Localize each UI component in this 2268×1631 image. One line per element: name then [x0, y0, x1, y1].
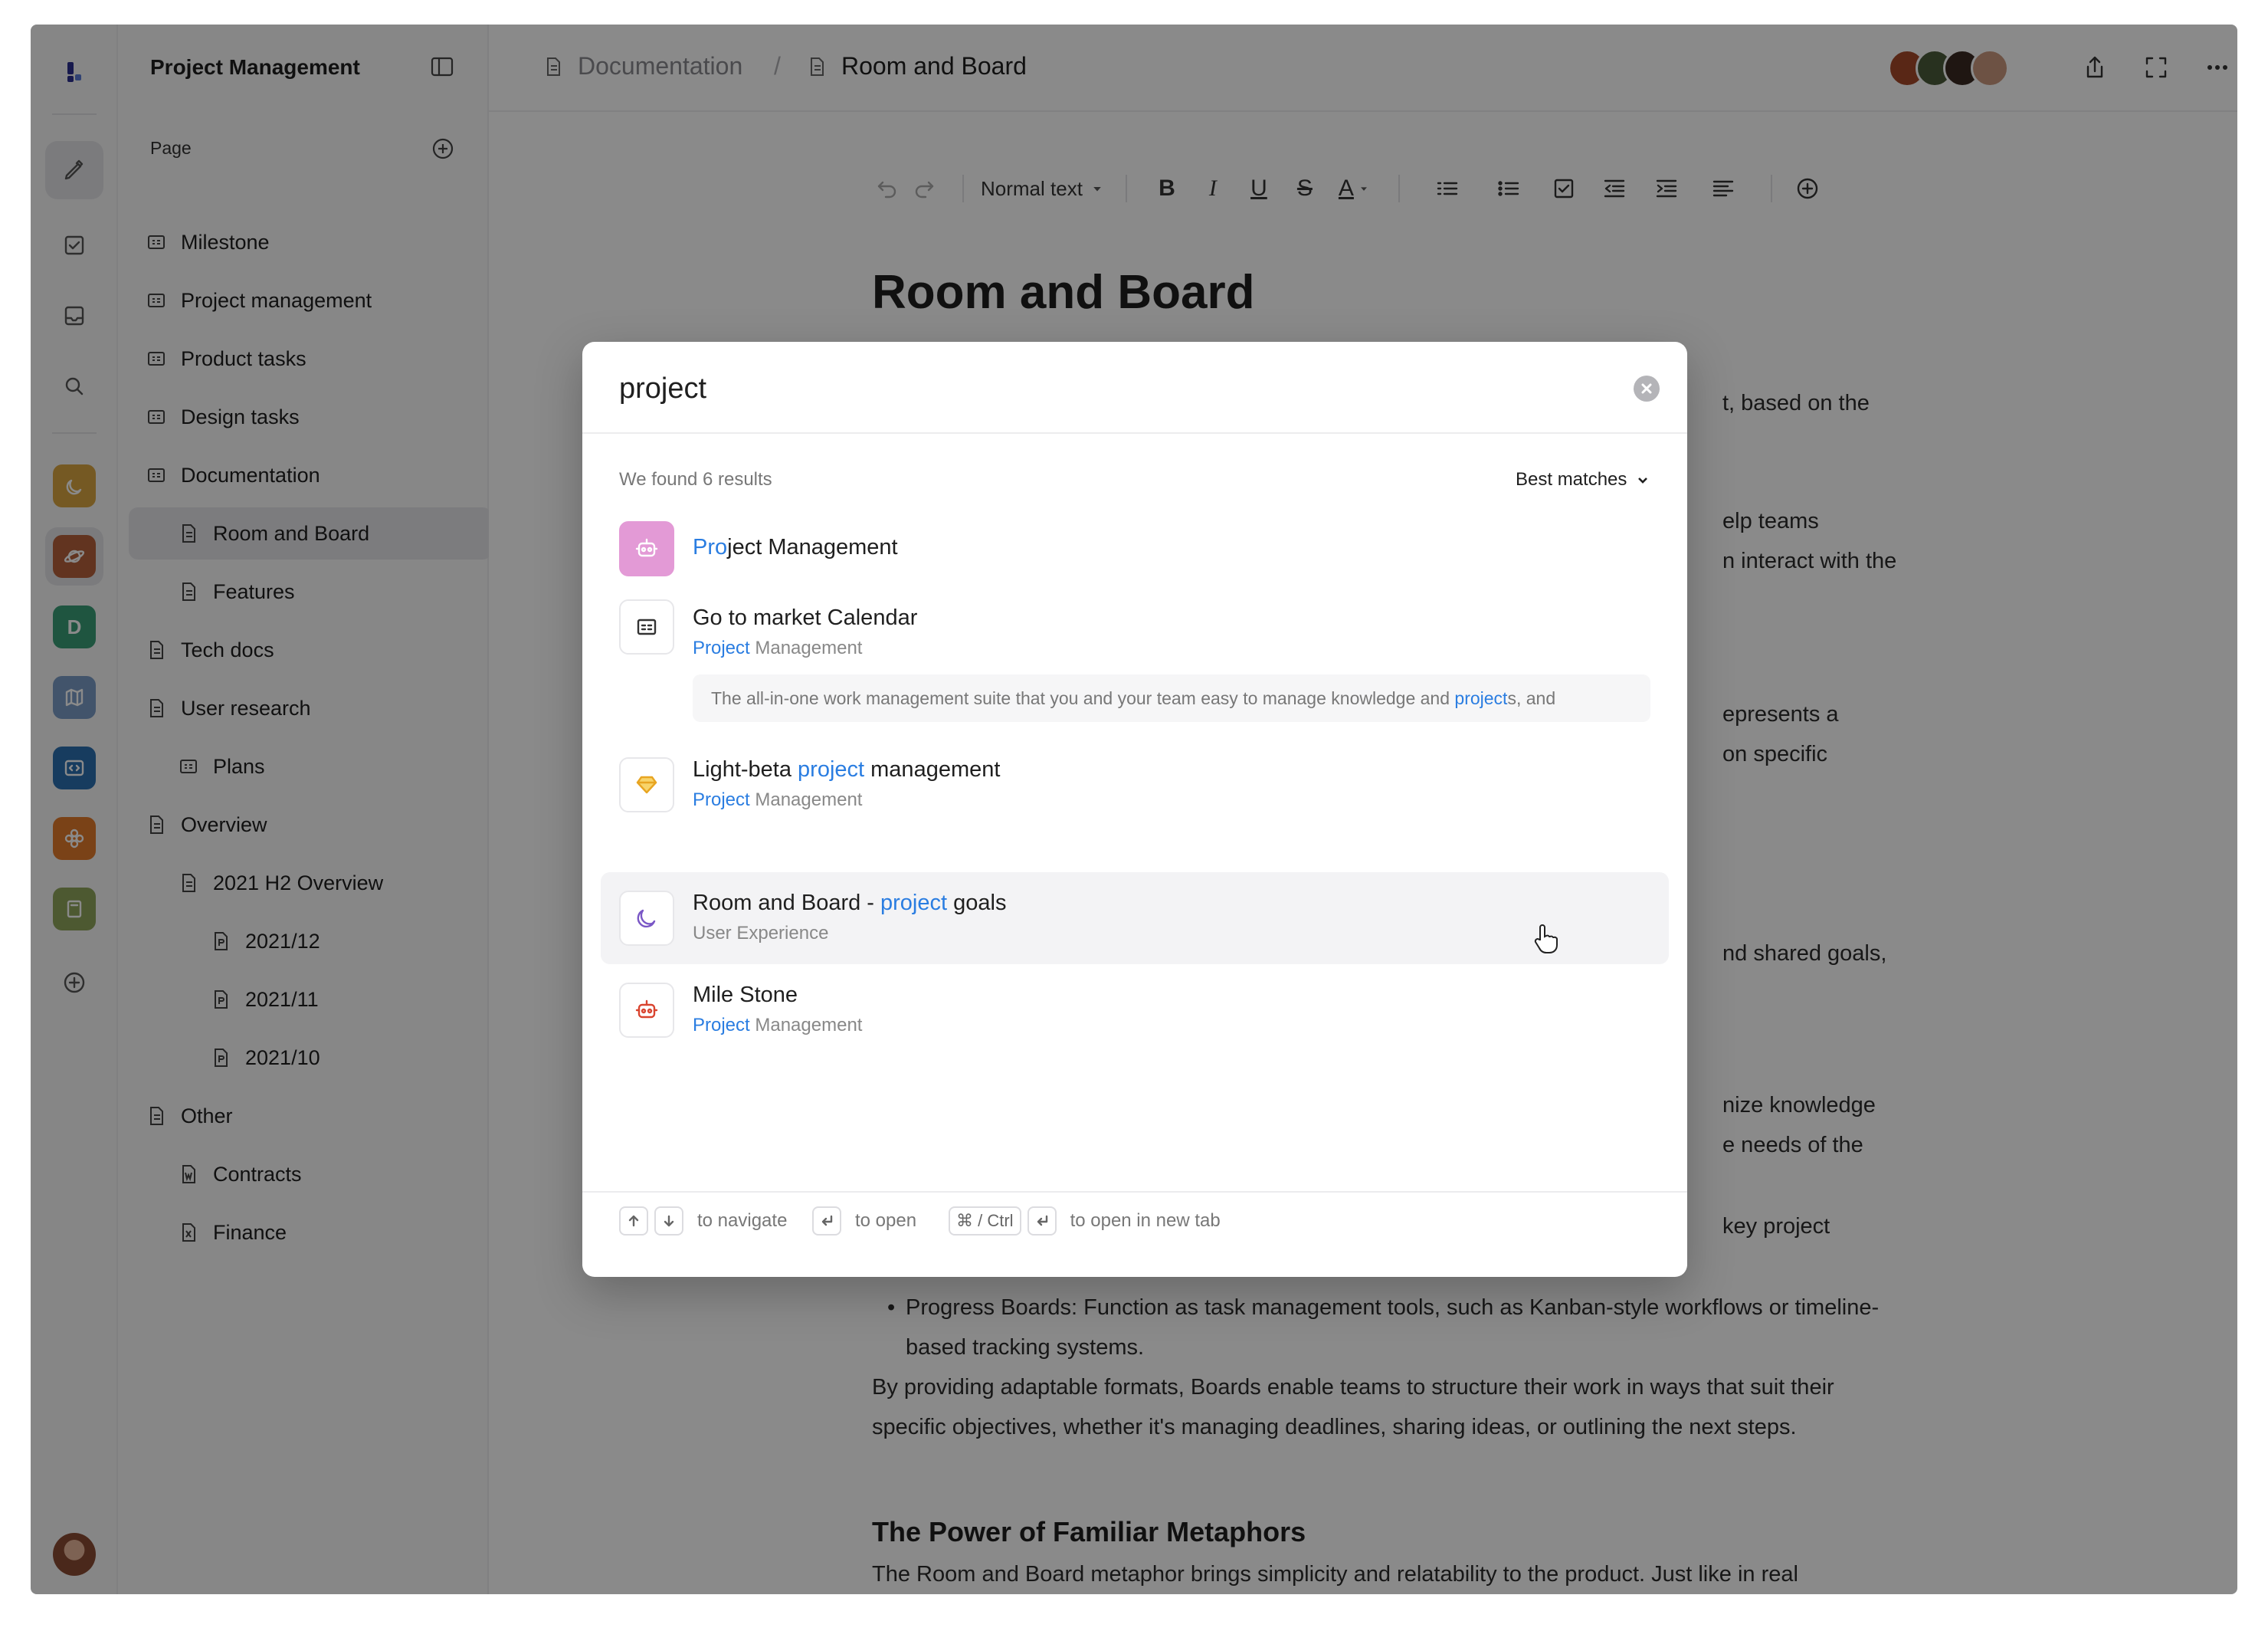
result-title: Project Management	[693, 535, 898, 560]
navigate-hint: to navigate	[619, 1206, 787, 1236]
search-result[interactable]: Light-beta project management Project Ma…	[601, 742, 1669, 826]
hand-cursor-icon	[1534, 924, 1558, 953]
enter-key	[812, 1206, 841, 1236]
sort-dropdown[interactable]: Best matches	[1516, 469, 1650, 491]
search-result[interactable]: Project Management	[601, 512, 1669, 586]
robot-icon	[619, 521, 674, 576]
moon-icon	[619, 891, 674, 946]
result-title: Mile Stone	[693, 983, 798, 1007]
result-subtitle: Project Management	[693, 789, 863, 810]
search-result[interactable]: Go to market Calendar Project Management…	[601, 589, 1669, 742]
robot-icon	[619, 983, 674, 1038]
result-title: Light-beta project management	[693, 757, 1001, 782]
sketch-icon	[619, 757, 674, 812]
app-window: D Project Management Page Milestone Proje…	[31, 25, 2237, 1594]
result-subtitle: Project Management	[693, 638, 863, 658]
arrow-down-key	[654, 1206, 683, 1236]
board-icon	[619, 599, 674, 655]
result-title: Room and Board - project goals	[693, 891, 1007, 915]
open-hint: to open	[812, 1206, 916, 1236]
modifier-key: ⌘ / Ctrl	[949, 1206, 1021, 1236]
arrow-up-key	[619, 1206, 648, 1236]
clear-search-button[interactable]	[1634, 376, 1660, 402]
result-subtitle: Project Management	[693, 1015, 863, 1035]
result-snippet: The all-in-one work management suite tha…	[693, 674, 1650, 722]
close-icon	[1641, 383, 1652, 394]
chevron-down-icon	[1638, 477, 1648, 484]
result-subtitle: User Experience	[693, 923, 829, 943]
result-title: Go to market Calendar	[693, 605, 918, 630]
search-result[interactable]: Room and Board - project goals User Expe…	[601, 872, 1669, 964]
search-modal: We found 6 results Best matches Project …	[582, 342, 1687, 1277]
search-input[interactable]	[619, 365, 1615, 412]
enter-key	[1027, 1206, 1057, 1236]
search-result[interactable]: Mile Stone Project Management	[601, 966, 1669, 1058]
open-new-tab-hint: ⌘ / Ctrl to open in new tab	[949, 1206, 1221, 1236]
results-count: We found 6 results	[619, 469, 772, 490]
